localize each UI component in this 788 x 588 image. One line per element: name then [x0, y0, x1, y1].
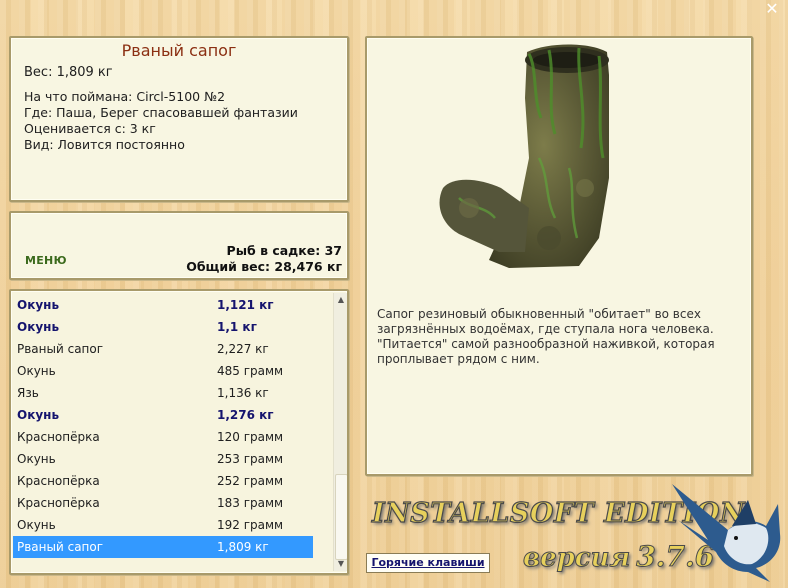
list-item[interactable]: Рваный сапог 2,227 кг: [13, 338, 313, 360]
description-text: Сапог резиновый обыкновенный "обитает" в…: [377, 307, 715, 366]
fish-list[interactable]: ▲ ▼ Окунь 1,121 кг Окунь 1,1 кг Рваный сапог…: [9, 289, 349, 575]
menu-button[interactable]: МЕНЮ: [25, 254, 67, 267]
catch-location: Где: Паша, Берег спасовавшей фантазии: [24, 105, 298, 120]
total-weight: Общий вес: 28,476 кг: [186, 259, 342, 274]
list-item[interactable]: Рваный сапог 1,809 кг: [13, 536, 313, 558]
list-item[interactable]: Окунь 253 грамм: [13, 448, 313, 470]
fish-weight: 252 грамм: [217, 474, 284, 488]
catch-bait: На что поймана: Circl-5100 №2: [24, 89, 226, 104]
catch-weight: Вес: 1,809 кг: [24, 65, 113, 80]
fish-weight: 1,809 кг: [217, 540, 269, 554]
catch-rated-from: Оценивается с: 3 кг: [24, 121, 156, 136]
fish-name: Краснопёрка: [17, 430, 100, 444]
catch-info-panel: Рваный сапог Вес: 1,809 кг На что пойман…: [9, 36, 349, 202]
fish-name: Окунь: [17, 518, 56, 532]
fish-name: Окунь: [17, 408, 60, 422]
fish-name: Краснопёрка: [17, 474, 100, 488]
fish-weight: 485 грамм: [217, 364, 284, 378]
close-icon[interactable]: ✕: [764, 1, 780, 17]
list-item[interactable]: Окунь 1,1 кг: [13, 316, 313, 338]
fish-weight: 183 грамм: [217, 496, 284, 510]
fish-name: Язь: [17, 386, 39, 400]
catch-type: Вид: Ловится постоянно: [24, 137, 185, 152]
fish-weight: 1,1 кг: [217, 320, 257, 334]
keepnet-stats-panel: МЕНЮ Рыб в садке: 37 Общий вес: 28,476 к…: [9, 211, 349, 280]
scroll-down-icon[interactable]: ▼: [334, 557, 347, 571]
scrollbar-thumb[interactable]: [335, 474, 347, 560]
list-item[interactable]: Краснопёрка 252 грамм: [13, 470, 313, 492]
fish-weight: 253 грамм: [217, 452, 284, 466]
catch-title: Рваный сапог: [121, 41, 237, 60]
fish-weight: 2,227 кг: [217, 342, 269, 356]
description-panel: Сапог резиновый обыкновенный "обитает" в…: [365, 36, 753, 476]
version-word: версия: [522, 543, 631, 574]
list-item[interactable]: Язь 1,136 кг: [13, 382, 313, 404]
list-item[interactable]: Краснопёрка 120 грамм: [13, 426, 313, 448]
fish-name: Рваный сапог: [17, 342, 104, 356]
hotkeys-button[interactable]: Горячие клавиши: [366, 553, 490, 573]
list-item[interactable]: Окунь 485 грамм: [13, 360, 313, 382]
fish-count: Рыб в садке: 37: [226, 243, 342, 258]
fish-weight: 120 грамм: [217, 430, 284, 444]
fish-weight: 192 грамм: [217, 518, 284, 532]
fish-weight: 1,136 кг: [217, 386, 269, 400]
fish-weight: 1,276 кг: [217, 408, 274, 422]
fish-name: Краснопёрка: [17, 496, 100, 510]
list-item[interactable]: Окунь 1,276 кг: [13, 404, 313, 426]
list-item[interactable]: Краснопёрка 183 грамм: [13, 492, 313, 514]
fish-name: Окунь: [17, 364, 56, 378]
fish-name: Окунь: [17, 452, 56, 466]
scroll-up-icon[interactable]: ▲: [334, 293, 347, 307]
fish-name: Окунь: [17, 298, 60, 312]
list-scrollbar[interactable]: ▲ ▼: [333, 293, 347, 571]
fish-weight: 1,121 кг: [217, 298, 274, 312]
fish-name: Окунь: [17, 320, 60, 334]
fish-name: Рваный сапог: [17, 540, 104, 554]
marlin-logo: [672, 484, 781, 582]
list-item[interactable]: Окунь 1,121 кг: [13, 294, 313, 316]
boot-image: [439, 44, 609, 268]
list-item[interactable]: Окунь 192 грамм: [13, 514, 313, 536]
